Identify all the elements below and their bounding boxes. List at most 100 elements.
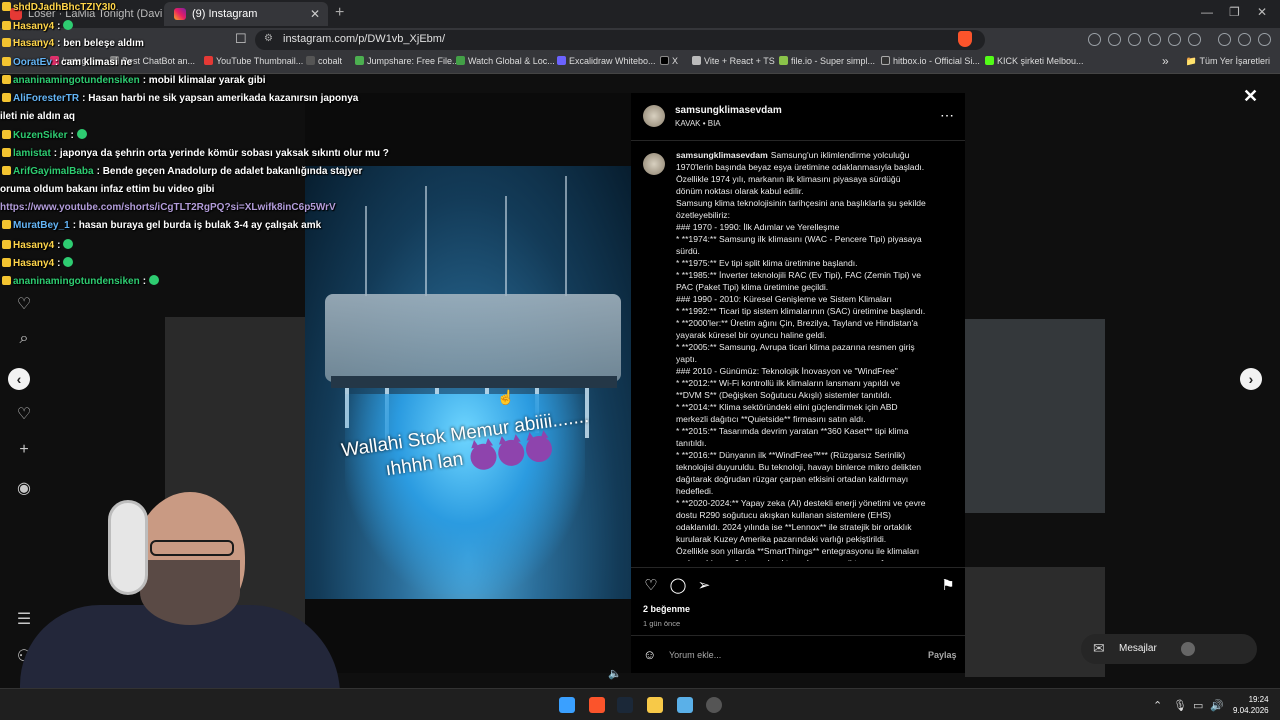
messages-button[interactable]: ✉ Mesajlar bbox=[1081, 634, 1257, 664]
chat-message: Hasany4: bbox=[2, 256, 74, 269]
caption-author[interactable]: samsungklimasevdam bbox=[676, 150, 768, 160]
like-count[interactable]: 2 beğenme bbox=[643, 604, 690, 614]
smile-emote-icon bbox=[63, 256, 74, 267]
chat-username[interactable]: Hasany4 bbox=[13, 240, 54, 251]
previous-post-button[interactable]: ‹ bbox=[8, 368, 30, 390]
chat-username[interactable]: Hasany4 bbox=[13, 258, 54, 269]
like-icon[interactable]: ♡ bbox=[642, 577, 660, 595]
share-icon[interactable]: ➢ bbox=[695, 577, 713, 595]
close-window-icon[interactable]: ✕ bbox=[1257, 5, 1267, 19]
extension-icon[interactable] bbox=[1128, 33, 1141, 46]
chat-message: KuzenSiker: bbox=[2, 129, 87, 141]
music-icon[interactable] bbox=[1218, 33, 1231, 46]
chat-link[interactable]: https://www.youtube.com/shorts/iCgTLT2Rg… bbox=[0, 202, 336, 213]
caption-line: ### 1970 - 1990: İlk Adımlar ve Yerelleş… bbox=[676, 222, 840, 232]
chat-username[interactable]: lamistat bbox=[13, 148, 51, 159]
caption-line: yaptı. bbox=[676, 354, 698, 364]
chat-username[interactable]: Hasany4 bbox=[13, 38, 54, 49]
search-icon[interactable]: ⌕ bbox=[14, 330, 34, 350]
comment-input[interactable]: Yorum ekle... bbox=[669, 650, 721, 660]
audio-label[interactable]: KAVAK • BIA bbox=[675, 119, 721, 128]
bookmark-item[interactable]: Vite + React + TS bbox=[692, 56, 775, 66]
sidebar-icon[interactable] bbox=[1188, 33, 1201, 46]
file-explorer-icon[interactable] bbox=[647, 697, 663, 713]
extension-icon[interactable] bbox=[1088, 33, 1101, 46]
extensions-icon[interactable] bbox=[1168, 33, 1181, 46]
caption-line: dağıtarak doğrudan rüzgar çarpan etkisin… bbox=[676, 474, 909, 484]
system-clock[interactable]: 19:24 9.04.2026 bbox=[1233, 694, 1269, 716]
display-icon[interactable]: ▭ bbox=[1193, 699, 1203, 712]
chat-username[interactable]: OoratEv bbox=[13, 57, 52, 68]
volume-icon[interactable]: 🔊 bbox=[1210, 699, 1224, 712]
brave-shield-icon[interactable] bbox=[958, 31, 972, 47]
bookmark-item[interactable]: hitbox.io - Official Si... bbox=[881, 56, 980, 66]
notifications-icon[interactable]: ♡ bbox=[14, 294, 34, 314]
chat-username[interactable]: shdDJadhBhcTZIY3I0 bbox=[13, 2, 116, 13]
caption-line: * **2000'ler:** Üretim ağını Çin, Brezil… bbox=[676, 318, 918, 328]
comment-icon[interactable]: ◯ bbox=[669, 577, 687, 595]
author-avatar[interactable] bbox=[643, 105, 665, 127]
app-icon[interactable] bbox=[677, 697, 693, 713]
all-bookmarks-folder[interactable]: 📁 Tüm Yer İşaretleri bbox=[1186, 56, 1270, 67]
caption-line: * **2015:** Tasarımda devrim yaratan **3… bbox=[676, 426, 909, 436]
author-username[interactable]: samsungklimasevdam bbox=[675, 105, 782, 116]
start-icon[interactable] bbox=[559, 697, 575, 713]
caption-line: hedefledi. bbox=[676, 486, 714, 496]
tray-chevron-icon[interactable]: ⌃ bbox=[1153, 699, 1162, 712]
settings-icon[interactable] bbox=[706, 697, 722, 713]
next-post-button[interactable]: › bbox=[1240, 368, 1262, 390]
chat-username[interactable]: AliForesterTR bbox=[13, 93, 79, 104]
caption-line: yayarak küresel bir oyuncu haline geldi. bbox=[676, 330, 827, 340]
caption-author-avatar[interactable] bbox=[643, 153, 665, 175]
kick-icon bbox=[985, 56, 994, 65]
audio-toggle-icon[interactable]: 🔈 bbox=[608, 667, 622, 680]
caption-line: dostu R290 soğutucu akışkan kullanan sis… bbox=[676, 510, 891, 520]
chat-username[interactable]: ArifGayimalBaba bbox=[13, 166, 94, 177]
streamer-glasses bbox=[150, 540, 234, 556]
chat-username[interactable]: MuratBey_1 bbox=[13, 220, 70, 231]
extension-icon[interactable] bbox=[1108, 33, 1121, 46]
chat-badge-icon bbox=[2, 130, 11, 140]
chat-message: oruma oldum bakanı infaz ettim bu video … bbox=[0, 184, 214, 195]
caption-line: tanıtıldı. bbox=[676, 438, 707, 448]
more-options-icon[interactable]: ⋯ bbox=[940, 107, 954, 124]
bookmark-item[interactable]: KICK şirketi Melbou... bbox=[985, 56, 1084, 66]
menu-icon[interactable] bbox=[1258, 33, 1271, 46]
more-bookmarks-icon[interactable]: » bbox=[1162, 54, 1169, 68]
caption-line: Özellikle 1974 yılı, markanın ilk klimas… bbox=[676, 174, 901, 184]
bookmark-item[interactable]: Excalidraw Whitebo... bbox=[557, 56, 656, 66]
headset bbox=[108, 500, 148, 595]
chat-badge-icon bbox=[2, 21, 11, 31]
caption-line: * **2014:** Klima sektöründeki elini güç… bbox=[676, 402, 898, 412]
bookmark-item[interactable]: X bbox=[660, 56, 678, 66]
maximize-icon[interactable]: ❐ bbox=[1229, 5, 1240, 19]
frost-decoration bbox=[565, 176, 567, 296]
post-caption: samsungklimasevdam Samsung'un iklimlendir… bbox=[676, 149, 950, 561]
vpn-icon[interactable] bbox=[1238, 33, 1251, 46]
chat-username[interactable]: ananinamingotundensiken bbox=[13, 75, 140, 86]
chat-badge-icon bbox=[2, 257, 11, 267]
close-modal-icon[interactable]: ✕ bbox=[1243, 86, 1258, 107]
chat-username[interactable]: KuzenSiker bbox=[13, 130, 67, 141]
microphone-icon[interactable]: 🎙 bbox=[1173, 699, 1187, 712]
emoji-picker-icon[interactable]: ☺ bbox=[643, 647, 656, 662]
caption-line: sadece birer soğutucu olmaktan çıkarıp, … bbox=[676, 557, 950, 561]
brave-icon[interactable] bbox=[589, 697, 605, 713]
minimize-icon[interactable]: — bbox=[1201, 5, 1213, 19]
extension-icon[interactable] bbox=[1148, 33, 1161, 46]
bookmark-item[interactable]: file.io - Super simpl... bbox=[779, 56, 875, 66]
post-comment-button[interactable]: Paylaş bbox=[928, 650, 957, 660]
caption-line: * **2005:** Samsung, Avrupa ticari klima… bbox=[676, 342, 915, 352]
chat-username[interactable]: ananinamingotundensiken bbox=[13, 276, 140, 287]
divider bbox=[631, 635, 965, 636]
caption-line: teknolojisi duyuruldu. Bu teknoloji, hav… bbox=[676, 462, 922, 472]
save-icon[interactable]: ⚑ bbox=[939, 577, 957, 595]
create-icon[interactable]: + bbox=[14, 441, 34, 461]
devil-emoji-icon bbox=[468, 442, 498, 472]
chat-username[interactable]: Hasany4 bbox=[13, 21, 54, 32]
steam-icon[interactable] bbox=[617, 697, 633, 713]
chat-message: Hasany4: ben beleşe aldım bbox=[2, 38, 144, 49]
activity-icon[interactable]: ♡ bbox=[14, 404, 34, 424]
chat-badge-icon bbox=[2, 93, 11, 102]
bookmark-item[interactable]: Watch Global & Loc... bbox=[456, 56, 555, 66]
